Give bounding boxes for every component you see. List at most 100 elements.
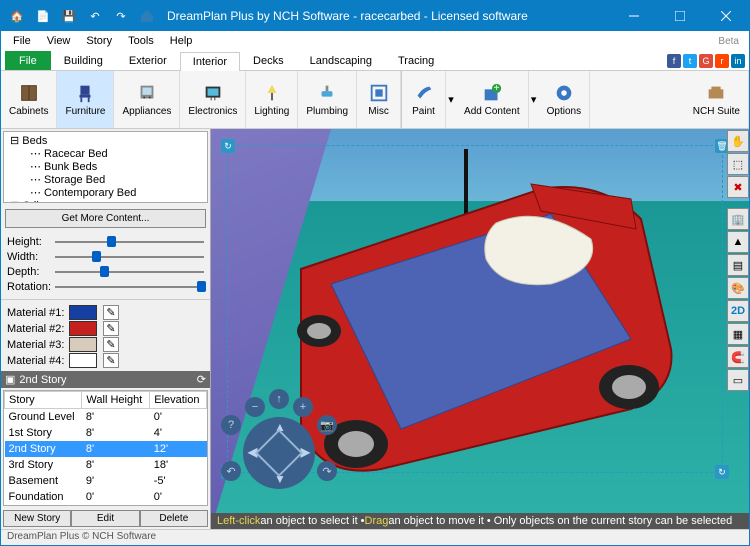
menu-story[interactable]: Story [78, 35, 120, 47]
tool-magnet-icon[interactable]: 🧲 [727, 346, 749, 368]
eyedropper-icon[interactable]: ✎ [103, 337, 119, 352]
tab-landscaping[interactable]: Landscaping [297, 51, 385, 70]
story-header-label: 2nd Story [19, 374, 66, 386]
tab-exterior[interactable]: Exterior [116, 51, 180, 70]
rotate-left-icon[interactable]: ↶ [221, 461, 241, 481]
linkedin-icon[interactable]: in [731, 54, 745, 68]
ribbon-electronics[interactable]: Electronics [180, 71, 246, 128]
menu-tools[interactable]: Tools [120, 35, 162, 47]
material-swatch[interactable] [69, 337, 97, 352]
get-more-content-button[interactable]: Get More Content... [5, 209, 206, 228]
undo-icon[interactable]: ↶ [83, 4, 107, 28]
new-story-button[interactable]: New Story [3, 510, 71, 527]
tool-palette-icon[interactable]: 🎨 [727, 277, 749, 299]
zoom-in-icon[interactable]: + [293, 397, 313, 417]
material-swatch[interactable] [69, 305, 97, 320]
pan-up-icon[interactable]: ↑ [269, 389, 289, 409]
tool-minus-icon[interactable]: ▭ [727, 369, 749, 391]
save-icon[interactable]: 💾 [57, 4, 81, 28]
story-col-header[interactable]: Elevation [150, 392, 207, 409]
eyedropper-icon[interactable]: ✎ [103, 353, 119, 368]
redo-icon[interactable]: ↷ [109, 4, 133, 28]
story-panel-header[interactable]: ▣ 2nd Story ⟳ [1, 371, 210, 388]
furniture-tree[interactable]: ⊟ Beds⋯ Racecar Bed⋯ Bunk Beds⋯ Storage … [3, 131, 208, 203]
home-icon[interactable]: 🏠 [5, 4, 29, 28]
menu-view[interactable]: View [39, 35, 79, 47]
story-row[interactable]: Basement9'-5' [5, 473, 207, 489]
tab-decks[interactable]: Decks [240, 51, 297, 70]
tree-node[interactable]: ⊟ Cribs [6, 199, 205, 203]
twitter-icon[interactable]: t [683, 54, 697, 68]
help-icon[interactable]: ? [221, 415, 241, 435]
tab-building[interactable]: Building [51, 51, 116, 70]
menu-file[interactable]: File [5, 35, 39, 47]
ribbon-lighting[interactable]: Lighting [246, 71, 298, 128]
eyedropper-icon[interactable]: ✎ [103, 305, 119, 320]
tab-interior[interactable]: Interior [180, 52, 240, 71]
tool-select-icon[interactable]: ⬚ [727, 153, 749, 175]
google-plus-icon[interactable]: G [699, 54, 713, 68]
rotate-handle-br[interactable]: ↻ [715, 465, 729, 479]
ribbon-add content-dropdown[interactable]: ▾ [529, 71, 539, 128]
ribbon-cabinets[interactable]: Cabinets [1, 71, 57, 128]
material-swatch[interactable] [69, 321, 97, 336]
slider-depth[interactable]: Depth: [7, 265, 204, 279]
tree-node[interactable]: ⋯ Bunk Beds [6, 160, 205, 173]
ribbon-furniture[interactable]: Furniture [57, 71, 114, 128]
tool-building-icon[interactable]: 🏢 [727, 208, 749, 230]
story-col-header[interactable]: Story [5, 392, 82, 409]
svg-text:+: + [493, 83, 499, 94]
minimize-button[interactable] [611, 1, 657, 31]
app-icon [135, 4, 159, 28]
zoom-out-icon[interactable]: − [245, 397, 265, 417]
refresh-icon[interactable]: ⟳ [197, 373, 206, 386]
story-row[interactable]: 1st Story8'4' [5, 425, 207, 441]
tool-deck-icon[interactable]: ▤ [727, 254, 749, 276]
story-row[interactable]: 3rd Story8'18' [5, 457, 207, 473]
tool-roof-icon[interactable]: ▲ [727, 231, 749, 253]
ribbon-appliances[interactable]: Appliances [114, 71, 180, 128]
ribbon-plumbing[interactable]: Plumbing [298, 71, 357, 128]
close-button[interactable] [703, 1, 749, 31]
material-swatch[interactable] [69, 353, 97, 368]
story-row[interactable]: 2nd Story8'12' [5, 441, 207, 457]
collapse-icon[interactable]: ▣ [5, 373, 15, 386]
slider-width[interactable]: Width: [7, 250, 204, 264]
file-tab[interactable]: File [5, 51, 51, 70]
delete-button[interactable]: Delete [140, 510, 208, 527]
tree-node[interactable]: ⋯ Storage Bed [6, 173, 205, 186]
tool-hand-icon[interactable]: ✋ [727, 130, 749, 152]
tree-node[interactable]: ⊟ Beds [6, 134, 205, 147]
slider-rotation[interactable]: Rotation: [7, 280, 204, 294]
slider-height[interactable]: Height: [7, 235, 204, 249]
3d-viewport[interactable]: ↻ 🗑 ↻ ↻ ? − ↑ + 📷 ▲ ▼ ◀ ▶ ↶ ↷ [211, 129, 749, 529]
status-bar: DreamPlan Plus © NCH Software [1, 529, 749, 545]
tool-2D-icon[interactable]: 2D [727, 300, 749, 322]
ribbon-options[interactable]: Options [539, 71, 590, 128]
ribbon-nch-suite[interactable]: NCH Suite [685, 71, 749, 128]
story-row[interactable]: Ground Level8'0' [5, 409, 207, 426]
new-icon[interactable]: 📄 [31, 4, 55, 28]
maximize-button[interactable] [657, 1, 703, 31]
facebook-icon[interactable]: f [667, 54, 681, 68]
story-row[interactable]: Foundation0'0' [5, 489, 207, 505]
story-col-header[interactable]: Wall Height [82, 392, 150, 409]
menu-help[interactable]: Help [162, 35, 201, 47]
camera-icon[interactable]: 📷 [317, 415, 337, 435]
rotate-handle-tl[interactable]: ↻ [221, 139, 235, 153]
tool-grid-icon[interactable]: ▦ [727, 323, 749, 345]
tool-delete-icon[interactable]: ✖ [727, 176, 749, 198]
ribbon-misc[interactable]: Misc [357, 71, 401, 128]
nav-disc[interactable]: ▲ ▼ ◀ ▶ [243, 417, 315, 489]
navigation-control[interactable]: ? − ↑ + 📷 ▲ ▼ ◀ ▶ ↶ ↷ [221, 389, 341, 489]
tab-tracing[interactable]: Tracing [385, 51, 447, 70]
rotate-right-icon[interactable]: ↷ [317, 461, 337, 481]
tree-node[interactable]: ⋯ Contemporary Bed [6, 186, 205, 199]
eyedropper-icon[interactable]: ✎ [103, 321, 119, 336]
ribbon-paint-dropdown[interactable]: ▾ [446, 71, 456, 128]
ribbon-paint[interactable]: Paint [402, 71, 446, 128]
tree-node[interactable]: ⋯ Racecar Bed [6, 147, 205, 160]
reddit-icon[interactable]: r [715, 54, 729, 68]
edit-button[interactable]: Edit [71, 510, 139, 527]
ribbon-add-content[interactable]: +Add Content [456, 71, 529, 128]
